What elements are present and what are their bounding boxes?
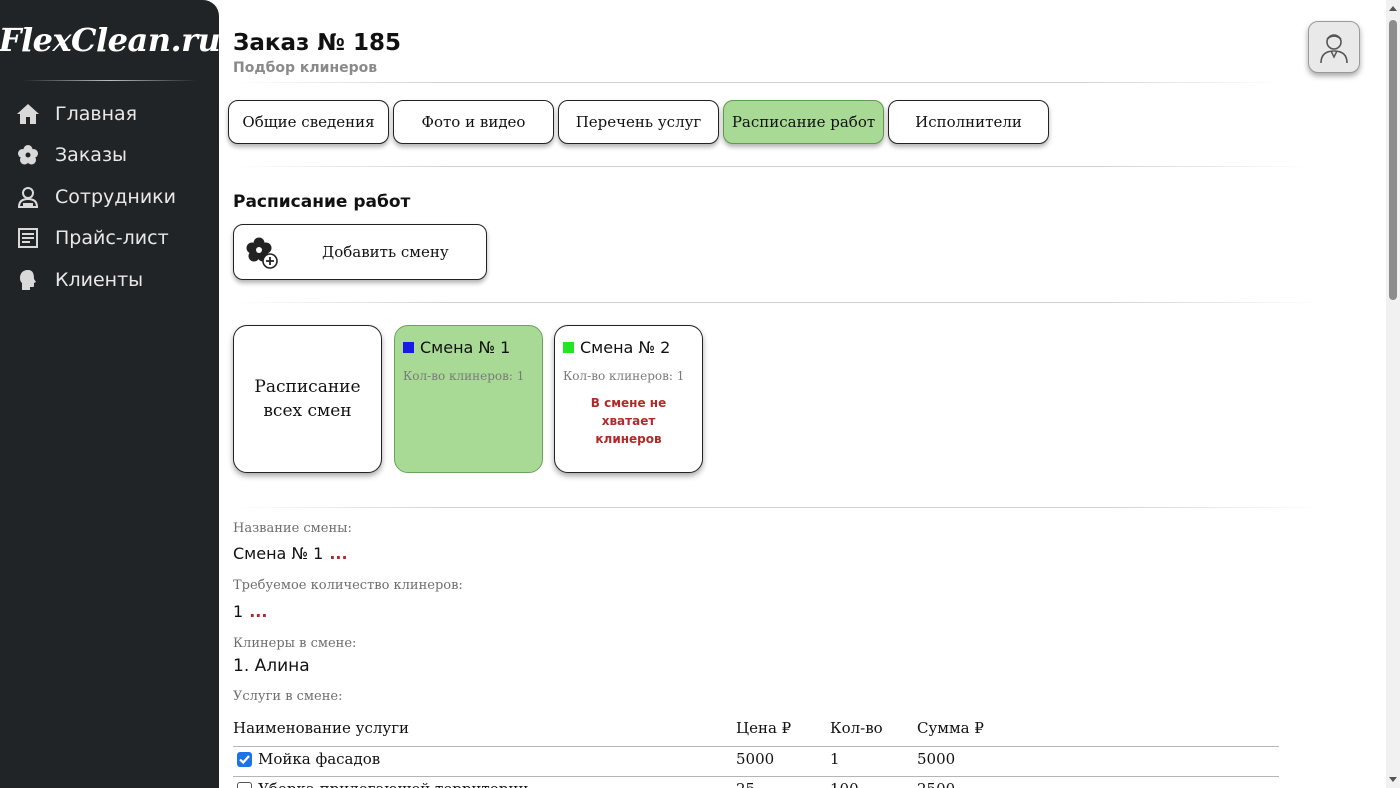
edit-shift-name-button[interactable]: ... [329, 544, 347, 563]
divider [233, 507, 1323, 508]
shift-cleaner-count: Кол-во клинеров: 1 [563, 369, 685, 383]
sidebar: FlexClean.ru Главная Заказы Сотрудники П… [0, 0, 221, 788]
shift-card-header: Смена № 1 [403, 338, 510, 357]
service-price: 5000 [736, 750, 775, 768]
table-header-divider [233, 746, 1279, 747]
services-label: Услуги в смене: [233, 689, 343, 704]
service-qty: 100 [830, 780, 859, 788]
shift-name-label: Название смены: [233, 521, 352, 536]
scroll-up-icon[interactable] [1389, 6, 1397, 11]
divider [233, 82, 1283, 83]
user-avatar-button[interactable] [1308, 21, 1360, 73]
sidebar-item-orders[interactable]: Заказы [0, 135, 219, 177]
shift-color-marker [563, 342, 574, 353]
table-row-divider [233, 776, 1279, 777]
service-price: 25 [736, 780, 755, 788]
sidebar-item-home[interactable]: Главная [0, 93, 219, 135]
sidebar-item-label: Прайс-лист [55, 227, 169, 250]
service-checkbox[interactable] [237, 752, 252, 767]
cleaner-count-value: 1... [233, 602, 267, 621]
sidebar-item-label: Сотрудники [55, 185, 176, 208]
cleaners-label: Клинеры в смене: [233, 636, 357, 651]
sidebar-item-clients[interactable]: Клиенты [0, 259, 219, 301]
scroll-down-icon[interactable] [1389, 777, 1397, 782]
sidebar-item-label: Главная [55, 102, 138, 125]
col-header-name: Наименование услуги [233, 719, 410, 737]
service-checkbox[interactable] [237, 782, 252, 788]
section-title: Расписание работ [233, 192, 411, 212]
cleaner-count-text: 1 [233, 602, 244, 621]
flower-icon [16, 143, 40, 167]
shift-name: Смена № 1 [420, 338, 511, 357]
sidebar-item-price-list[interactable]: Прайс-лист [0, 218, 219, 260]
shift-card-1[interactable]: Смена № 1 Кол-во клинеров: 1 [394, 325, 543, 473]
logo[interactable]: FlexClean.ru [0, 0, 221, 80]
sidebar-item-employees[interactable]: Сотрудники [0, 176, 219, 218]
main-content: Заказ № 185 Подбор клинеров Общие сведен… [219, 0, 1386, 788]
tab-performers[interactable]: Исполнители [888, 100, 1049, 144]
tab-bar: Общие сведения Фото и видео Перечень усл… [228, 100, 1053, 144]
shift-color-marker [403, 342, 414, 353]
cleaners-value: 1. Алина [233, 656, 310, 676]
tab-photo-video[interactable]: Фото и видео [393, 100, 554, 144]
add-shift-label: Добавить смену [322, 243, 449, 261]
shift-warning: В смене не хватает клинеров [590, 396, 667, 446]
all-shifts-card[interactable]: Расписание всех смен [233, 325, 382, 473]
col-header-price: Цена ₽ [736, 719, 792, 737]
page-title: Заказ № 185 [233, 30, 402, 56]
edit-cleaner-count-button[interactable]: ... [249, 602, 267, 621]
add-flower-icon [244, 236, 280, 270]
sidebar-nav: Главная Заказы Сотрудники Прайс-лист Кли… [0, 93, 219, 301]
col-header-qty: Кол-во [830, 719, 883, 737]
tab-general[interactable]: Общие сведения [228, 100, 389, 144]
user-avatar-icon [1320, 34, 1348, 64]
people-icon [16, 185, 40, 209]
list-icon [16, 226, 40, 250]
checkmark-icon [239, 755, 250, 765]
shift-cleaner-count: Кол-во клинеров: 1 [403, 369, 525, 383]
col-header-sum: Сумма ₽ [917, 719, 984, 737]
service-sum: 2500 [917, 780, 955, 788]
service-name: Мойка фасадов [258, 750, 381, 768]
page-subtitle: Подбор клинеров [233, 60, 378, 76]
shift-name: Смена № 2 [580, 338, 671, 357]
cleaner-count-label: Требуемое количество клинеров: [233, 578, 463, 593]
shift-card-2[interactable]: Смена № 2 Кол-во клинеров: 1 В смене не … [554, 325, 703, 473]
app-root: FlexClean.ru Главная Заказы Сотрудники П… [0, 0, 1400, 788]
all-shifts-label: Расписание всех смен [254, 377, 361, 421]
head-icon [16, 268, 40, 292]
add-shift-button[interactable]: Добавить смену [233, 224, 487, 280]
service-name: Уборка прилегающей территории [258, 780, 528, 788]
shift-name-text: Смена № 1 [233, 544, 324, 563]
logo-divider [22, 80, 197, 81]
service-sum: 5000 [917, 750, 956, 768]
home-icon [16, 102, 40, 126]
tab-services[interactable]: Перечень услуг [558, 100, 719, 144]
sidebar-item-label: Заказы [55, 144, 128, 167]
page-scrollbar[interactable] [1386, 0, 1400, 788]
service-qty: 1 [830, 750, 840, 768]
divider [233, 302, 1323, 303]
shift-card-header: Смена № 2 [563, 338, 670, 357]
tab-schedule[interactable]: Расписание работ [723, 100, 884, 144]
divider [233, 166, 1313, 167]
shift-name-value: Смена № 1... [233, 544, 348, 563]
scrollbar-thumb[interactable] [1389, 20, 1397, 300]
sidebar-item-label: Клиенты [55, 268, 144, 291]
